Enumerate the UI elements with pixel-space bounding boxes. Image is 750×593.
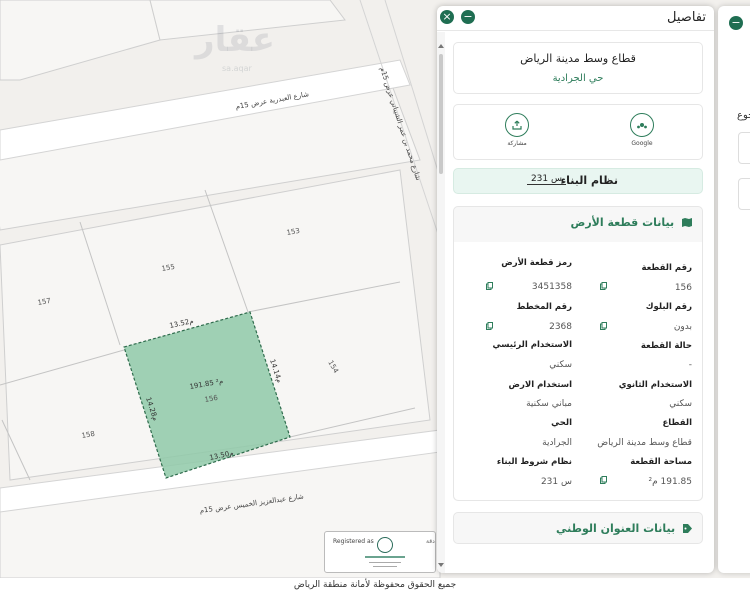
side-box-1[interactable] xyxy=(738,132,750,164)
map-icon xyxy=(682,218,692,227)
side-minimize-button[interactable]: − xyxy=(729,16,743,30)
details-panel: تفاصيل − × قطاع وسط مدينة الرياض حي الجر… xyxy=(437,6,714,573)
stamp-side-text: دقة xyxy=(426,538,435,545)
block-label: رقم البلوك xyxy=(645,302,692,312)
panel-header: تفاصيل − × xyxy=(437,6,714,31)
panel-title: تفاصيل xyxy=(667,10,706,25)
seal-icon xyxy=(377,537,393,553)
scroll-thumb[interactable] xyxy=(439,54,443,174)
google-label: Google xyxy=(631,140,653,147)
parcel-code-label: رمز قطعة الأرض xyxy=(501,258,572,268)
parcel-area-value: 191.85 م² xyxy=(648,477,692,487)
land-use-label: استخدام الارض xyxy=(508,380,572,390)
close-icon[interactable]: × xyxy=(440,10,454,24)
watermark-url: sa.aqar xyxy=(222,64,252,73)
share-button[interactable]: مشاركة xyxy=(492,113,542,147)
district-value: الجرادية xyxy=(542,438,572,448)
copy-icon[interactable] xyxy=(486,282,493,290)
building-conditions-label: نظام شروط البناء xyxy=(496,457,572,467)
summary-district: حي الجرادية xyxy=(552,73,604,84)
actions-card: Google مشاركة xyxy=(453,104,703,160)
side-box-2[interactable] xyxy=(738,178,750,210)
watermark-logo: عقار xyxy=(195,20,276,60)
national-address-header[interactable]: بيانات العنوان الوطني xyxy=(556,522,692,535)
parcel-status-label: حالة القطعة xyxy=(640,341,692,351)
plan-label: رقم المخطط xyxy=(516,302,572,312)
tag-icon xyxy=(683,524,692,533)
share-label: مشاركة xyxy=(507,140,527,147)
national-address-title: بيانات العنوان الوطني xyxy=(555,522,676,535)
land-use-value: مباني سكنية xyxy=(526,399,572,409)
minus-icon[interactable]: − xyxy=(461,10,475,24)
sector-label: القطاع xyxy=(662,418,692,428)
copy-icon[interactable] xyxy=(600,282,607,290)
google-maps-icon xyxy=(637,123,647,129)
parcel-area-label: مساحة القطعة xyxy=(630,457,692,467)
main-use-label: الاستخدام الرئيسي xyxy=(492,340,572,350)
land-data-header[interactable]: بيانات قطعة الأرض xyxy=(571,216,692,229)
building-system-value: س 231 xyxy=(526,174,566,185)
main-use-value: سكني xyxy=(549,360,572,370)
plan-value: 2368 xyxy=(549,322,572,332)
land-data-title: بيانات قطعة الأرض xyxy=(570,216,675,229)
scroll-down-icon[interactable] xyxy=(438,563,444,567)
side-panel-strip: − جوع xyxy=(718,6,750,573)
parcel-number-label: رقم القطعة xyxy=(641,263,692,273)
copy-icon[interactable] xyxy=(600,322,607,330)
panel-scrollbar[interactable] xyxy=(437,32,445,573)
parcel-code-value: 3451358 xyxy=(531,282,572,292)
copy-icon[interactable] xyxy=(600,476,607,484)
side-text: جوع xyxy=(737,110,750,121)
copy-icon[interactable] xyxy=(486,322,493,330)
map-footer: جميع الحقوق محفوظة لأمانة منطقة الرياض xyxy=(0,578,750,593)
summary-card: قطاع وسط مدينة الرياض حي الجرادية xyxy=(453,42,703,94)
secondary-use-value: سكني xyxy=(669,399,692,409)
district-label: الحي xyxy=(551,418,572,428)
building-system-row: نظام البناء س 231 xyxy=(453,168,703,194)
parcel-status-value: - xyxy=(688,360,692,370)
google-button[interactable]: Google xyxy=(617,113,667,147)
parcel-number-value: 156 xyxy=(674,283,692,293)
land-data-card: بيانات قطعة الأرض رقم القطعة رمز قطعة ال… xyxy=(453,206,703,501)
land-data-body: رقم القطعة رمز قطعة الأرض 156 3451358 رق… xyxy=(454,242,702,500)
building-conditions-value: س 231 xyxy=(540,477,572,487)
secondary-use-label: الاستخدام الثانوي xyxy=(618,380,692,390)
share-icon xyxy=(512,120,522,130)
building-system-label: نظام البناء xyxy=(560,174,618,187)
national-address-card[interactable]: بيانات العنوان الوطني xyxy=(453,512,703,544)
block-value: بدون xyxy=(673,322,692,332)
sector-value: قطاع وسط مدينة الرياض xyxy=(597,438,692,448)
stamp-registered-text: Registered as xyxy=(333,538,374,545)
scroll-up-icon[interactable] xyxy=(438,44,444,48)
certification-stamp: Registered as xyxy=(324,531,436,573)
summary-title: قطاع وسط مدينة الرياض xyxy=(520,52,636,65)
